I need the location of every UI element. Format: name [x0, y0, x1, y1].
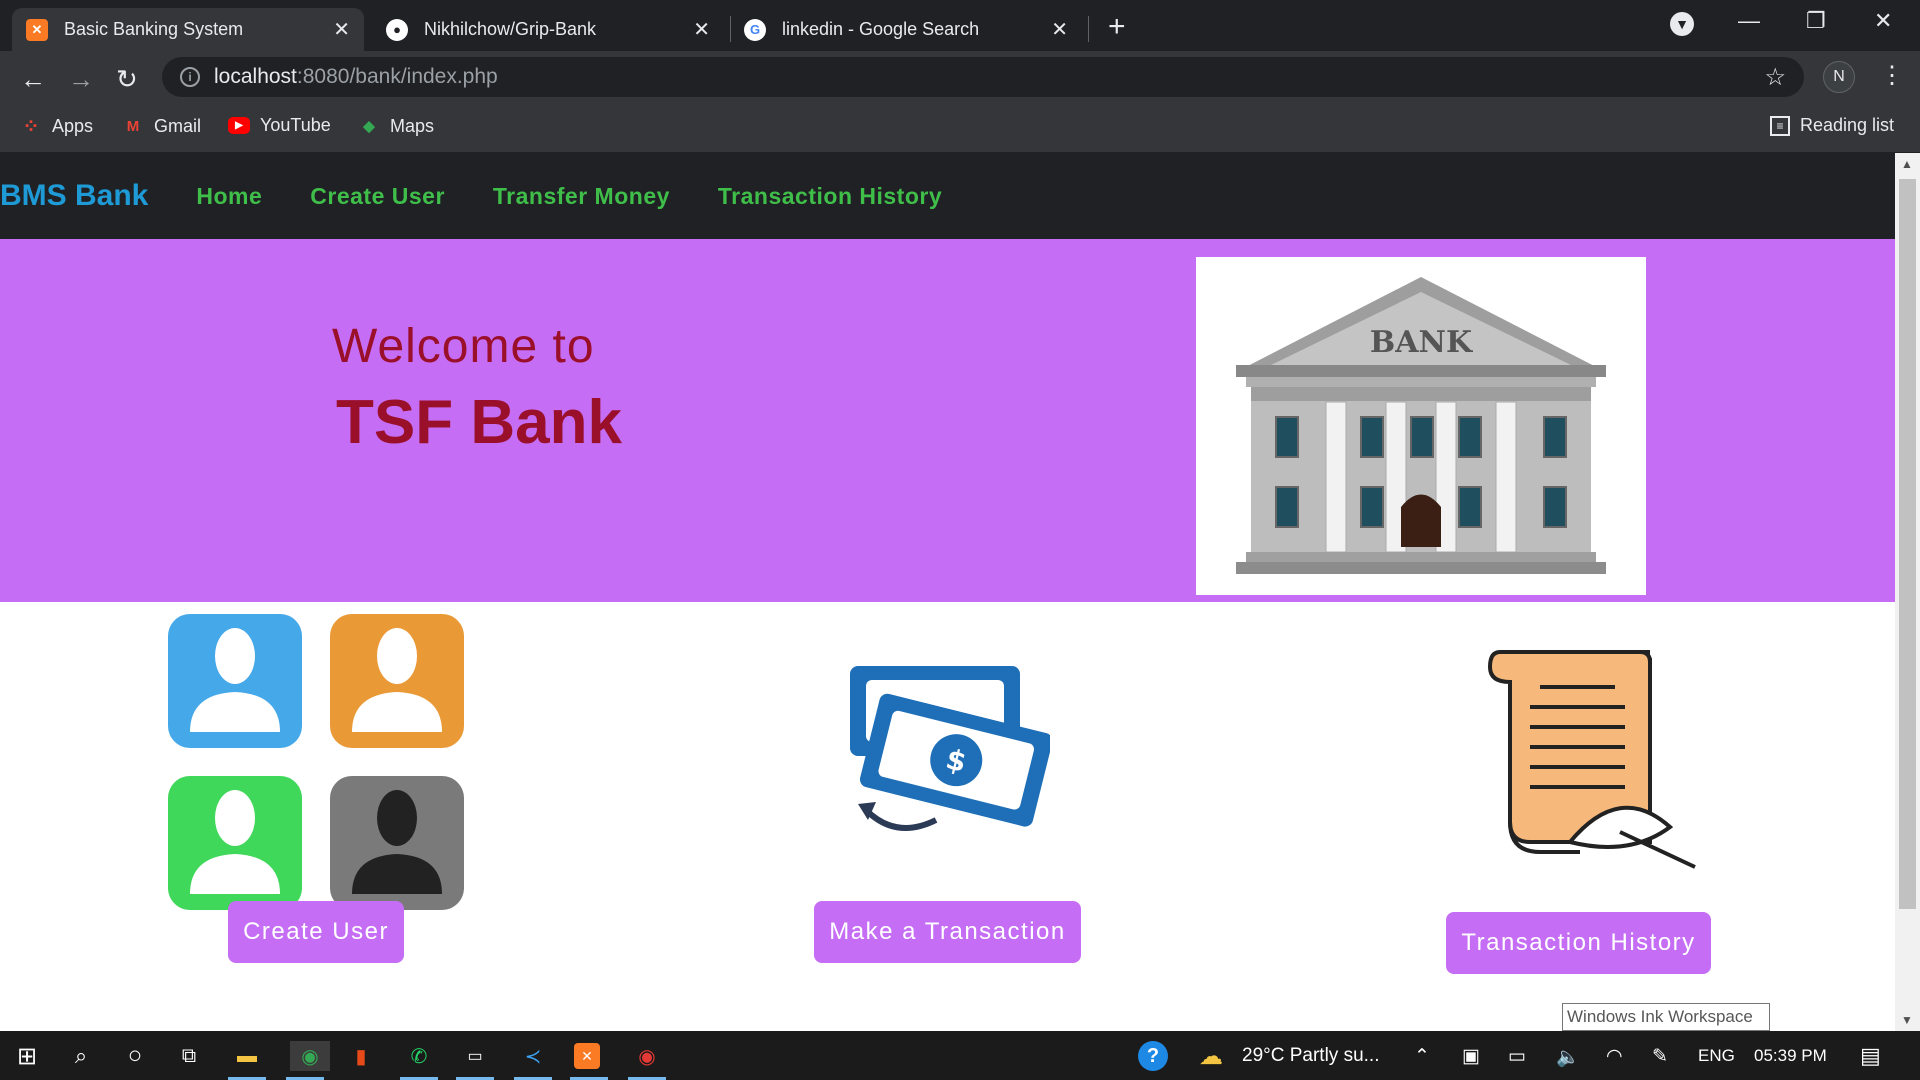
- bookmark-youtube[interactable]: ▶ YouTube: [228, 115, 331, 136]
- battery-icon[interactable]: ▭: [1508, 1045, 1526, 1068]
- bookmark-label: Apps: [52, 115, 94, 136]
- maps-icon: ◆: [363, 118, 375, 135]
- tab-linkedin-search[interactable]: G linkedin - Google Search ✕: [730, 8, 1082, 51]
- google-favicon-icon: G: [744, 18, 766, 41]
- notifications-icon[interactable]: ▤: [1860, 1043, 1881, 1069]
- reading-list-label: Reading list: [1800, 115, 1895, 135]
- scroll-quill-icon: [1487, 650, 1696, 869]
- weather-icon[interactable]: ☁: [1196, 1041, 1226, 1071]
- nav-transaction-history[interactable]: Transaction History: [718, 183, 942, 210]
- reload-icon[interactable]: ↻: [116, 64, 138, 95]
- money-transfer-icon: $: [850, 666, 1050, 831]
- chrome-icon[interactable]: ◉: [290, 1041, 330, 1071]
- close-window-icon[interactable]: ✕: [1874, 8, 1892, 34]
- url-text: localhost:8080/bank/index.php: [214, 65, 498, 89]
- terminal-icon[interactable]: ▭: [460, 1041, 490, 1071]
- bank-building-icon: BANK: [1236, 277, 1606, 574]
- browser-tab-bar: ✕ Basic Banking System ✕ ● Nikhilchow/Gr…: [0, 0, 1920, 51]
- profile-avatar[interactable]: N: [1823, 61, 1855, 93]
- tab-title: linkedin - Google Search: [782, 19, 980, 39]
- tab-title: Nikhilchow/Grip-Bank: [424, 19, 597, 39]
- clock[interactable]: 05:39 PM: [1754, 1046, 1827, 1066]
- welcome-heading: Welcome to: [332, 320, 595, 373]
- more-menu-icon[interactable]: ⋮: [1880, 61, 1904, 90]
- tab-grip-bank[interactable]: ● Nikhilchow/Grip-Bank ✕: [372, 8, 724, 51]
- vscode-icon[interactable]: ≺: [518, 1041, 548, 1071]
- tab-search-icon[interactable]: ▼: [1670, 12, 1694, 36]
- new-tab-plus-icon[interactable]: +: [1108, 10, 1126, 44]
- screen-recorder-icon[interactable]: ◉: [632, 1041, 662, 1071]
- gmail-icon: M: [126, 117, 140, 135]
- bookmark-gmail[interactable]: M Gmail: [122, 115, 201, 137]
- brand-logo[interactable]: BMS Bank: [0, 179, 148, 213]
- site-info-icon[interactable]: i: [180, 67, 200, 87]
- create-user-button[interactable]: Create User: [228, 901, 404, 963]
- bookmark-label: Gmail: [154, 115, 202, 136]
- url-host: localhost: [214, 65, 297, 88]
- pen-icon[interactable]: ✎: [1652, 1045, 1668, 1068]
- close-tab-icon[interactable]: ✕: [693, 17, 710, 42]
- users-icon: [168, 614, 464, 910]
- reading-list-icon: ≡: [1770, 115, 1790, 136]
- windows-taskbar: ⊞ ⌕ ○ ⧉ ▬ ◉ ▮ ✆ ▭ ≺ ✕ ◉ ? ☁ 29°C Partly …: [0, 1031, 1920, 1080]
- windows-start-icon[interactable]: ⊞: [12, 1041, 42, 1071]
- xampp-icon[interactable]: ✕: [574, 1043, 600, 1069]
- whatsapp-icon[interactable]: ✆: [404, 1041, 434, 1071]
- bank-building-image: BANK: [1196, 257, 1646, 595]
- web-page: BMS Bank Home Create User Transfer Money…: [0, 153, 1895, 1031]
- nav-home[interactable]: Home: [196, 183, 262, 210]
- youtube-icon: ▶: [228, 117, 250, 134]
- hero-banner: Welcome to TSF Bank BANK: [0, 239, 1895, 602]
- bank-name-heading: TSF Bank: [336, 388, 622, 457]
- site-navbar: BMS Bank Home Create User Transfer Money…: [0, 153, 1895, 239]
- nav-create-user[interactable]: Create User: [310, 183, 445, 210]
- language-indicator[interactable]: ENG: [1698, 1046, 1735, 1066]
- browser-toolbar: ← → ↻ i localhost:8080/bank/index.php ☆ …: [0, 51, 1920, 103]
- bookmark-maps[interactable]: ◆ Maps: [358, 115, 434, 137]
- nav-transfer-money[interactable]: Transfer Money: [493, 183, 670, 210]
- tab-title: Basic Banking System: [64, 19, 244, 39]
- scroll-up-icon[interactable]: ▲: [1901, 157, 1913, 171]
- bookmarks-bar: ⁘ Apps M Gmail ▶ YouTube ◆ Maps ≡ Readin…: [0, 103, 1920, 153]
- bookmark-label: YouTube: [260, 115, 331, 135]
- forward-arrow-icon[interactable]: →: [68, 64, 94, 95]
- restore-icon[interactable]: ❐: [1806, 8, 1826, 34]
- bookmark-label: Maps: [390, 115, 435, 136]
- volume-icon[interactable]: 🔈: [1556, 1045, 1580, 1069]
- close-tab-icon[interactable]: ✕: [1051, 17, 1068, 42]
- bookmark-star-icon[interactable]: ☆: [1764, 63, 1786, 92]
- ink-workspace-tooltip: Windows Ink Workspace: [1562, 1003, 1770, 1031]
- office-icon[interactable]: ▮: [346, 1041, 376, 1071]
- help-icon[interactable]: ?: [1138, 1041, 1168, 1071]
- wifi-icon[interactable]: ◠: [1606, 1045, 1623, 1068]
- transaction-history-button[interactable]: Transaction History: [1446, 912, 1711, 974]
- bank-sign-text: BANK: [1370, 325, 1473, 360]
- address-bar[interactable]: i localhost:8080/bank/index.php ☆: [162, 57, 1804, 97]
- tab-divider: [1088, 16, 1089, 42]
- reading-list[interactable]: ≡ Reading list: [1770, 115, 1894, 136]
- scrollbar-thumb[interactable]: [1899, 179, 1916, 909]
- close-tab-icon[interactable]: ✕: [333, 17, 350, 42]
- file-explorer-icon[interactable]: ▬: [232, 1041, 262, 1071]
- bookmark-apps[interactable]: ⁘ Apps: [20, 115, 94, 138]
- page-scrollbar[interactable]: ▲ ▼: [1895, 153, 1920, 1031]
- search-icon[interactable]: ⌕: [66, 1041, 96, 1071]
- scroll-down-icon[interactable]: ▼: [1901, 1013, 1913, 1027]
- task-view-icon[interactable]: ⧉: [174, 1041, 204, 1071]
- github-favicon-icon: ●: [386, 18, 408, 41]
- url-path: :8080/bank/index.php: [296, 65, 498, 88]
- meet-now-icon[interactable]: ▣: [1462, 1045, 1480, 1068]
- apps-grid-icon: ⁘: [22, 115, 40, 138]
- xampp-favicon-icon: ✕: [26, 18, 48, 41]
- tab-basic-banking-system[interactable]: ✕ Basic Banking System ✕: [12, 8, 364, 51]
- cortana-icon[interactable]: ○: [120, 1041, 150, 1071]
- show-hidden-icons[interactable]: ⌃: [1414, 1045, 1430, 1068]
- weather-text[interactable]: 29°C Partly su...: [1242, 1045, 1379, 1067]
- minimize-icon[interactable]: —: [1738, 8, 1760, 34]
- make-transaction-button[interactable]: Make a Transaction: [814, 901, 1081, 963]
- features-section: Create User $ Make a Transaction Transac…: [0, 602, 1895, 1031]
- back-arrow-icon[interactable]: ←: [20, 64, 46, 95]
